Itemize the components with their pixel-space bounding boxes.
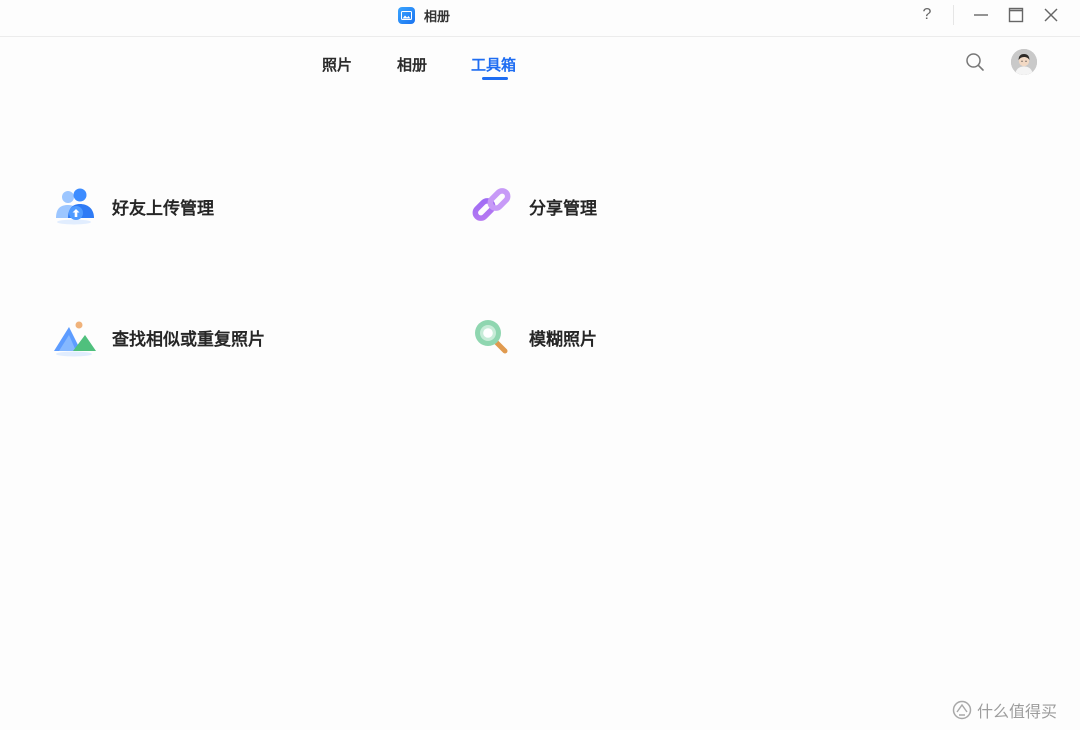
tool-friend-upload[interactable]: 好友上传管理 (53, 184, 214, 228)
mountain-photo-icon (54, 321, 96, 357)
tool-blurry-photos[interactable]: 模糊照片 (470, 315, 597, 359)
search-icon (966, 53, 984, 71)
tool-label-share-management: 分享管理 (529, 198, 597, 219)
link-icon (472, 188, 511, 221)
active-tab-indicator (482, 77, 508, 80)
watermark-text: 什么值得买 (977, 702, 1058, 721)
tab-photos[interactable]: 照片 (322, 54, 352, 75)
minimize-button[interactable] (969, 4, 993, 26)
tool-share-management[interactable]: 分享管理 (470, 184, 597, 228)
maximize-icon (1008, 7, 1024, 23)
tool-find-similar[interactable]: 查找相似或重复照片 (53, 315, 265, 359)
close-icon (1044, 8, 1058, 22)
avatar-icon (1011, 49, 1037, 75)
magnifier-icon (475, 320, 508, 354)
search-button[interactable] (964, 51, 986, 73)
header-divider (0, 36, 1080, 37)
user-avatar[interactable] (1011, 49, 1037, 75)
maximize-button[interactable] (1004, 4, 1028, 26)
app-title-group: 相册 (398, 6, 451, 25)
tab-albums[interactable]: 相册 (397, 54, 427, 75)
watermark-logo-icon (952, 700, 972, 720)
tab-toolbox[interactable]: 工具箱 (471, 54, 516, 75)
tool-label-friend-upload: 好友上传管理 (112, 198, 214, 219)
tool-label-blurry-photos: 模糊照片 (529, 329, 597, 350)
title-bar: 相册 ? (0, 0, 1080, 32)
close-button[interactable] (1039, 4, 1063, 26)
control-separator (953, 5, 954, 25)
minimize-icon (974, 14, 988, 16)
window-title: 相册 (424, 9, 451, 25)
photo-album-icon (398, 6, 415, 24)
watermark: 什么值得买 (952, 698, 1057, 722)
tool-label-find-similar: 查找相似或重复照片 (112, 329, 265, 350)
help-button[interactable]: ? (915, 4, 939, 26)
friend-upload-icon (56, 188, 94, 225)
